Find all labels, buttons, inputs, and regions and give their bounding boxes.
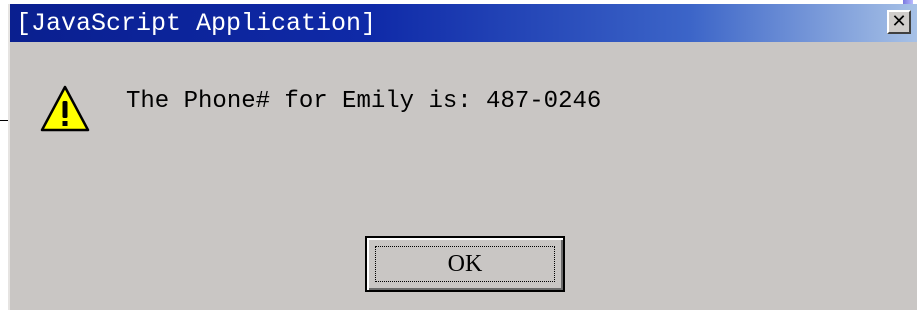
alert-dialog: [JavaScript Application] ✕ The Phone# fo… (8, 4, 917, 310)
ok-button-label: OK (447, 251, 483, 277)
warning-icon (40, 85, 90, 132)
alert-message: The Phone# for Emily is: 487-0246 (126, 88, 602, 115)
close-icon: ✕ (891, 11, 907, 32)
dialog-titlebar[interactable]: [JavaScript Application] ✕ (10, 4, 917, 42)
dialog-title: [JavaScript Application] (16, 9, 377, 38)
close-button[interactable]: ✕ (887, 10, 911, 34)
ok-button[interactable]: OK (365, 236, 565, 292)
